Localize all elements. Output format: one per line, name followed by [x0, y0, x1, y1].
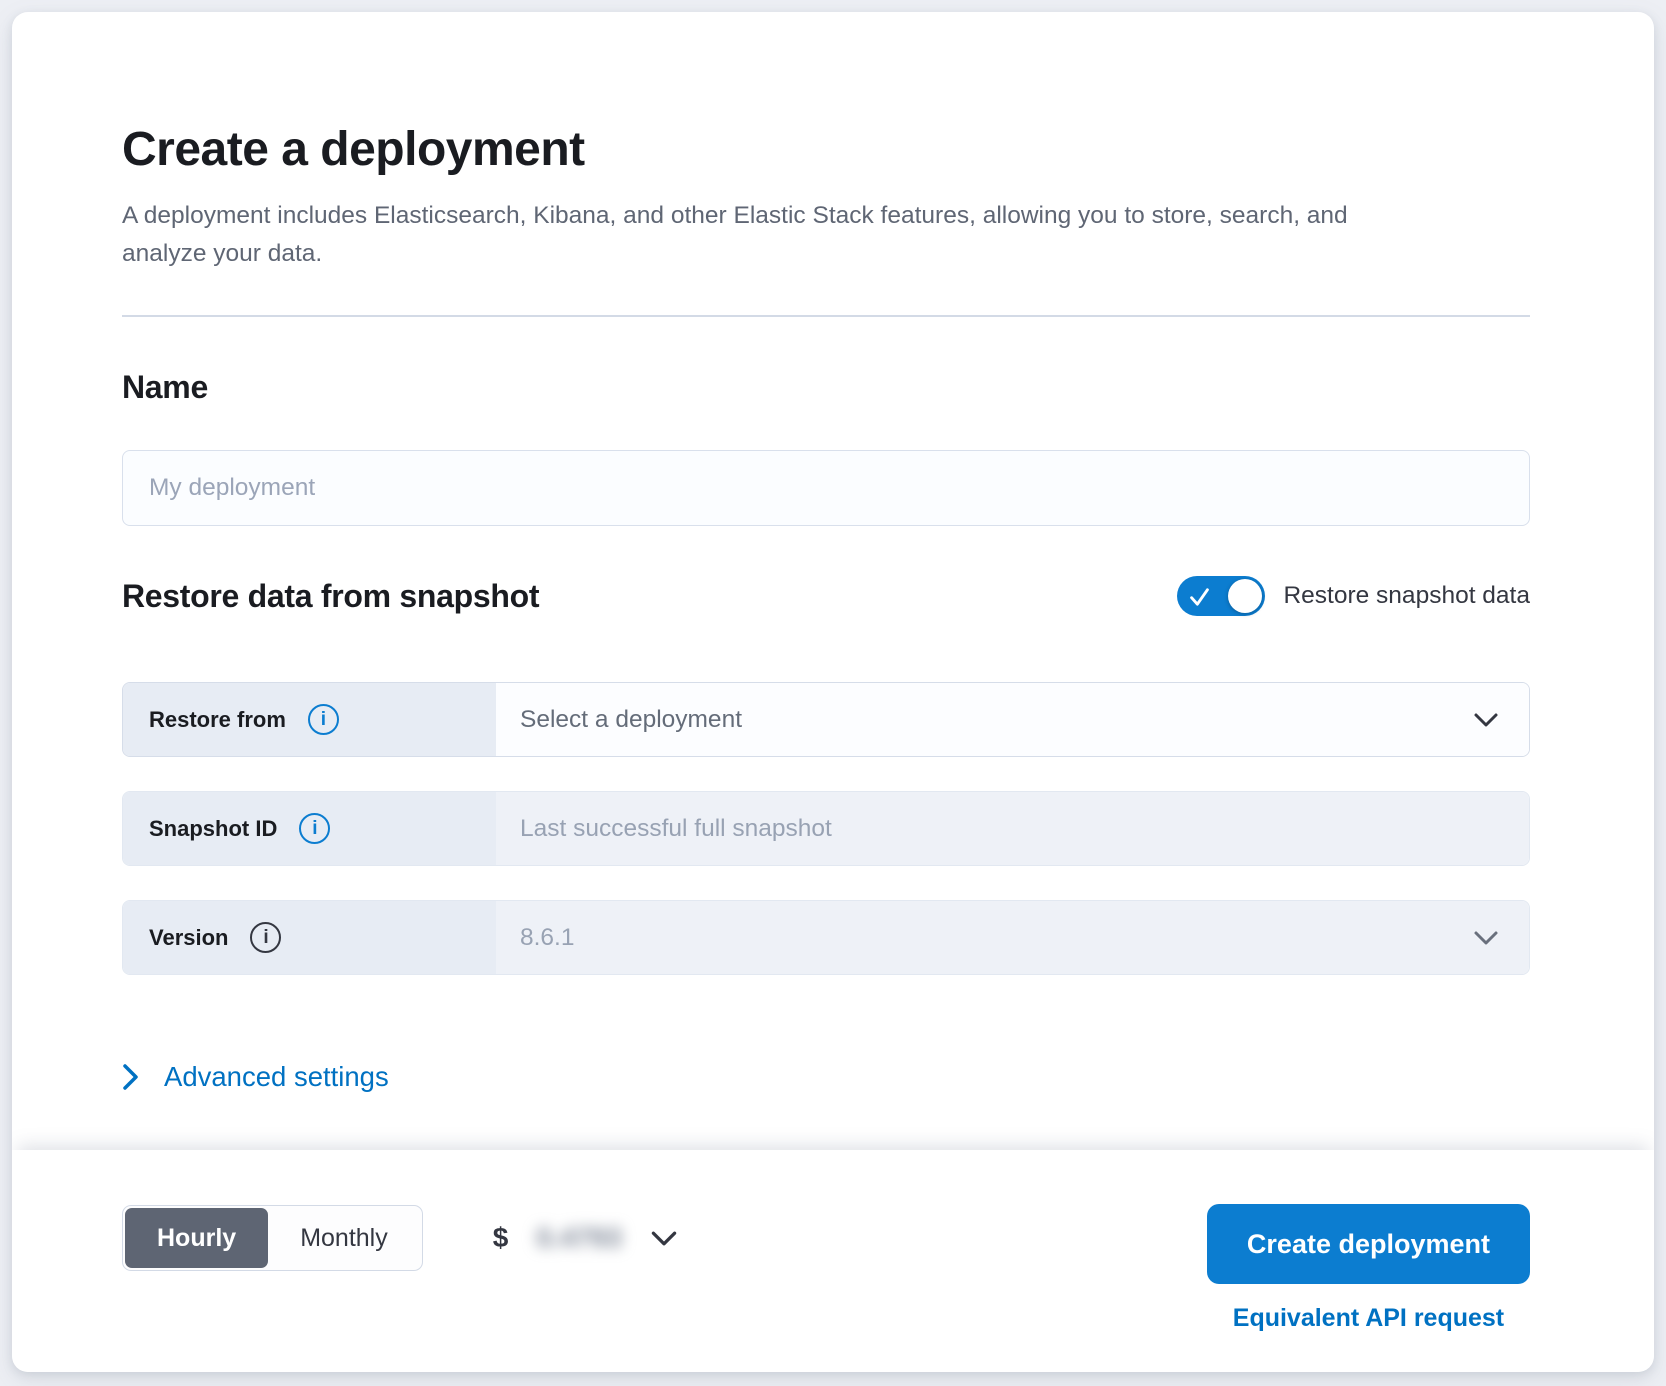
create-deployment-panel: Create a deployment A deployment include…	[12, 12, 1654, 1372]
deployment-name-input[interactable]	[122, 450, 1530, 526]
chevron-down-icon[interactable]	[650, 1230, 678, 1247]
price-dropdown[interactable]: $ 0.4793	[493, 1222, 678, 1254]
monthly-button[interactable]: Monthly	[268, 1208, 420, 1268]
advanced-settings-label: Advanced settings	[164, 1061, 389, 1093]
snapshot-id-placeholder: Last successful full snapshot	[520, 815, 832, 843]
bottom-bar: Hourly Monthly $ 0.4793 Create deploymen…	[12, 1150, 1654, 1372]
toggle-knob	[1228, 579, 1262, 613]
billing-summary: Hourly Monthly $ 0.4793	[122, 1204, 678, 1272]
version-label-cell: Version i	[123, 901, 496, 974]
check-icon	[1188, 586, 1211, 608]
info-icon[interactable]: i	[299, 813, 330, 844]
info-icon[interactable]: i	[250, 922, 281, 953]
restore-snapshot-toggle-row: Restore snapshot data	[1177, 576, 1530, 616]
snapshot-section-heading: Restore data from snapshot	[122, 578, 539, 615]
billing-period-toggle: Hourly Monthly	[122, 1205, 423, 1271]
chevron-right-icon	[122, 1063, 140, 1091]
hourly-button[interactable]: Hourly	[125, 1208, 268, 1268]
name-section-heading: Name	[122, 369, 1530, 406]
version-select: 8.6.1	[496, 901, 1529, 974]
snapshot-id-input: Last successful full snapshot	[496, 792, 1529, 865]
restore-from-label-cell: Restore from i	[123, 683, 496, 756]
advanced-settings-link[interactable]: Advanced settings	[122, 1061, 389, 1093]
price-currency: $	[493, 1222, 509, 1254]
version-label: Version	[149, 925, 228, 951]
snapshot-id-label-cell: Snapshot ID i	[123, 792, 496, 865]
equivalent-api-request-link[interactable]: Equivalent API request	[1233, 1304, 1504, 1333]
restore-from-row: Restore from i Select a deployment	[122, 682, 1530, 757]
version-row: Version i 8.6.1	[122, 900, 1530, 975]
chevron-down-icon	[1473, 930, 1499, 946]
chevron-down-icon[interactable]	[1473, 712, 1499, 728]
divider	[122, 315, 1530, 317]
restore-snapshot-toggle-label: Restore snapshot data	[1283, 582, 1530, 610]
footer-actions: Create deployment Equivalent API request	[1207, 1204, 1530, 1372]
restore-from-label: Restore from	[149, 707, 286, 733]
snapshot-form: Restore from i Select a deployment Snaps…	[122, 682, 1530, 975]
page-subtitle: A deployment includes Elasticsearch, Kib…	[122, 197, 1382, 273]
restore-snapshot-toggle[interactable]	[1177, 576, 1265, 616]
snapshot-section-header: Restore data from snapshot Restore snaps…	[122, 576, 1530, 616]
restore-from-select[interactable]: Select a deployment	[496, 683, 1529, 756]
restore-from-placeholder: Select a deployment	[520, 706, 742, 734]
version-value: 8.6.1	[520, 924, 575, 952]
snapshot-id-label: Snapshot ID	[149, 816, 277, 842]
create-deployment-button[interactable]: Create deployment	[1207, 1204, 1530, 1284]
info-icon[interactable]: i	[308, 704, 339, 735]
main-content: Create a deployment A deployment include…	[12, 12, 1654, 1096]
snapshot-id-row: Snapshot ID i Last successful full snaps…	[122, 791, 1530, 866]
page-title: Create a deployment	[122, 122, 1530, 177]
price-amount-blurred: 0.4793	[536, 1222, 622, 1254]
